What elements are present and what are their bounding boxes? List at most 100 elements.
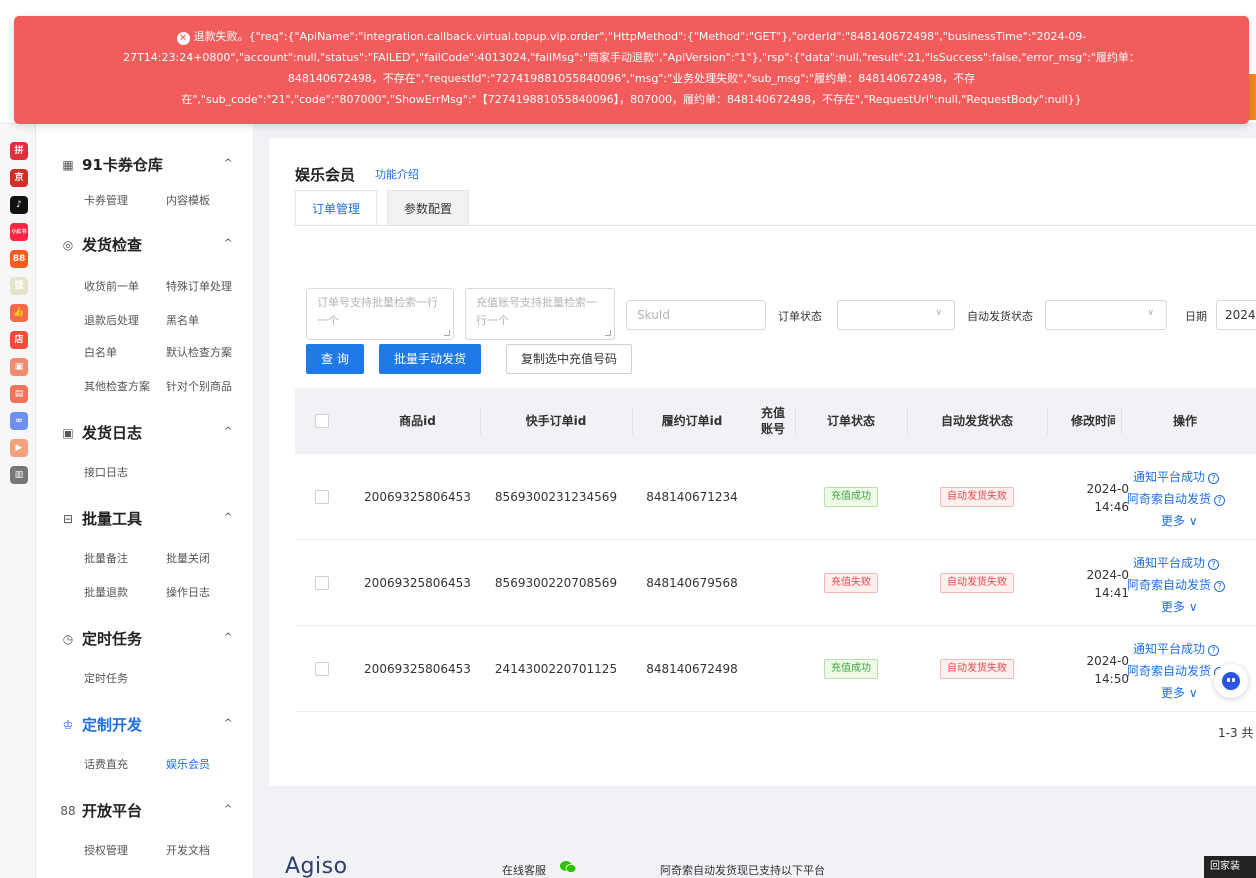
nav-item-operation-log[interactable]: 操作日志 — [166, 584, 210, 600]
app-icon-rail: 拼京 ♪ 小红书 88 饿 👍 店 ▣ ▤ ∞ ▶ ▥ — [0, 124, 36, 878]
agiso-auto-ship-link[interactable]: 阿奇索自动发货? — [1127, 662, 1226, 679]
nav-item-specific-product[interactable]: 针对个别商品 — [166, 378, 232, 394]
batch-manual-ship-button[interactable]: 批量手动发货 — [379, 344, 482, 374]
error-line-3: 848140672498，不存在","requestId":"727419881… — [287, 72, 976, 85]
nav-group-ship-log[interactable]: ▣ 发货日志 — [60, 422, 142, 443]
nav-group-open-platform[interactable]: 88 开放平台 — [60, 800, 142, 821]
chevron-up-icon[interactable]: ^ — [224, 238, 232, 249]
tab-order-manage[interactable]: 订单管理 — [295, 190, 378, 226]
nav-item-batch-close[interactable]: 批量关闭 — [166, 550, 210, 566]
more-dropdown[interactable]: 更多 ∨ — [1161, 598, 1198, 615]
chevron-up-icon[interactable]: ^ — [224, 426, 232, 437]
nav-item-other-plan[interactable]: 其他检查方案 — [84, 378, 150, 394]
nav-item-auth-manage[interactable]: 授权管理 — [84, 842, 128, 858]
nav-item-special-order[interactable]: 特殊订单处理 — [166, 278, 232, 294]
cell-modified-time: 2024-0 14:41 — [1086, 568, 1129, 600]
rail-app-icon[interactable]: 店 — [10, 331, 28, 349]
footer-logo: Agiso — [285, 854, 348, 878]
nav-group-card-warehouse[interactable]: ▦ 91卡券仓库 — [60, 154, 163, 175]
agiso-auto-ship-link[interactable]: 阿奇索自动发货? — [1127, 576, 1226, 593]
row-checkbox[interactable] — [315, 490, 329, 504]
nav-group-scheduled[interactable]: ◷ 定时任务 — [60, 628, 142, 649]
nav-group-batch-tools[interactable]: ⊟ 批量工具 — [60, 508, 142, 529]
skuid-input[interactable]: SkuId — [626, 300, 766, 330]
chevron-up-icon[interactable]: ^ — [224, 804, 232, 815]
rail-app-icon[interactable]: ▶ — [10, 439, 28, 457]
nav-item-scheduled-task[interactable]: 定时任务 — [84, 670, 128, 686]
account-textarea[interactable]: 充值账号支持批量检索一行一个 — [465, 288, 615, 340]
notify-platform-success-link[interactable]: 通知平台成功? — [1133, 640, 1220, 657]
nav-item-api-log[interactable]: 接口日志 — [84, 464, 128, 480]
chevron-up-icon[interactable]: ^ — [224, 158, 232, 169]
auto-ship-status-select[interactable]: ∨ — [1045, 300, 1167, 330]
cell-order-status: 充值失败 — [795, 540, 907, 626]
wechat-icon[interactable] — [560, 861, 576, 873]
rail-app-icon[interactable]: 小红书 — [10, 223, 28, 241]
footer-online-service[interactable]: 在线客服 — [502, 862, 546, 878]
rail-app-icon[interactable]: 88 — [10, 250, 28, 268]
chat-assistant-button[interactable] — [1214, 664, 1248, 698]
feature-intro-link[interactable]: 功能介绍 — [375, 166, 419, 182]
th-modified-time: 修改时间 — [1071, 414, 1115, 428]
notify-platform-success-link[interactable]: 通知平台成功? — [1133, 468, 1220, 485]
tab-divider — [295, 225, 1256, 226]
nav-item-batch-note[interactable]: 批量备注 — [84, 550, 128, 566]
rail-app-icon[interactable]: ♪ — [10, 196, 28, 214]
nav-item-phone-recharge[interactable]: 话费直充 — [84, 756, 128, 772]
chevron-up-icon[interactable]: ^ — [224, 512, 232, 523]
nav-item-entertainment-vip[interactable]: 娱乐会员 — [166, 756, 210, 772]
row-checkbox[interactable] — [315, 662, 329, 676]
copy-selected-numbers-button[interactable]: 复制选中充值号码 — [506, 344, 633, 374]
help-icon[interactable]: ? — [1208, 645, 1220, 656]
footer-qr-code[interactable]: 回家装 — [1204, 856, 1256, 878]
rail-app-icon[interactable]: ▤ — [10, 385, 28, 403]
crown-icon: ♔ — [62, 717, 74, 732]
order-no-textarea[interactable]: 订单号支持批量检索一行一个 — [306, 288, 454, 340]
date-label: 日期 — [1185, 310, 1207, 323]
nav-item-whitelist[interactable]: 白名单 — [84, 344, 117, 360]
rail-app-icon[interactable]: 👍 — [10, 304, 28, 322]
nav-item-default-plan[interactable]: 默认检查方案 — [166, 344, 232, 360]
clock-icon: ◷ — [62, 631, 74, 646]
select-all-checkbox[interactable] — [315, 414, 329, 428]
nav-group-custom-dev[interactable]: ♔ 定制开发 — [60, 714, 142, 735]
help-icon[interactable]: ? — [1214, 495, 1226, 506]
tab-param-config[interactable]: 参数配置 — [387, 190, 470, 226]
nav-item-before-receipt[interactable]: 收货前一单 — [84, 278, 139, 294]
date-input[interactable]: 2024-0 — [1216, 300, 1256, 330]
content-card: 娱乐会员 功能介绍 订单管理 参数配置 订单号支持批量检索一行一个 充值账号支持… — [269, 138, 1256, 786]
more-dropdown[interactable]: 更多 ∨ — [1161, 512, 1198, 529]
rail-app-icon[interactable]: ∞ — [10, 412, 28, 430]
nav-item-card-manage[interactable]: 卡券管理 — [84, 192, 128, 208]
nav-item-after-refund[interactable]: 退款后处理 — [84, 312, 139, 328]
cell-fulfil-id: 848140672498 — [646, 662, 738, 676]
order-status-badge: 充值成功 — [824, 487, 878, 507]
help-icon[interactable]: ? — [1208, 473, 1220, 484]
nav-item-dev-docs[interactable]: 开发文档 — [166, 842, 210, 858]
rail-app-icon[interactable]: 京 — [10, 169, 28, 187]
agiso-auto-ship-link[interactable]: 阿奇索自动发货? — [1127, 490, 1226, 507]
cell-modified-time: 2024-0 14:50 — [1086, 654, 1129, 686]
order-status-badge: 充值失败 — [824, 573, 878, 593]
help-icon[interactable]: ? — [1214, 581, 1226, 592]
error-line-1: ✕ 退款失败。{"req":{"ApiName":"integration.cal… — [36, 26, 1227, 47]
chevron-up-icon[interactable]: ^ — [224, 632, 232, 643]
row-checkbox[interactable] — [315, 576, 329, 590]
more-dropdown[interactable]: 更多 ∨ — [1161, 684, 1198, 701]
rail-app-icon[interactable]: 饿 — [10, 277, 28, 295]
nav-item-blacklist[interactable]: 黑名单 — [166, 312, 199, 328]
query-button[interactable]: 查 询 — [306, 344, 364, 374]
table-row: 20069325806453 8569300231234569 8481406712… — [295, 454, 1256, 540]
help-icon[interactable]: ? — [1208, 559, 1220, 570]
rail-app-icon[interactable]: 拼 — [10, 142, 28, 160]
nav-group-ship-check[interactable]: ◎ 发货检查 — [60, 234, 142, 255]
rail-app-icon[interactable]: ▥ — [10, 466, 28, 484]
rail-app-icon[interactable]: ▣ — [10, 358, 28, 376]
chevron-up-icon[interactable]: ^ — [224, 718, 232, 729]
cell-modified-time: 2024-0 14:46 — [1086, 482, 1129, 514]
order-status-select[interactable]: ∨ — [837, 300, 955, 330]
nav-item-batch-refund[interactable]: 批量退款 — [84, 584, 128, 600]
notify-platform-success-link[interactable]: 通知平台成功? — [1133, 554, 1220, 571]
error-x-icon[interactable]: ✕ — [176, 32, 190, 45]
nav-item-content-template[interactable]: 内容模板 — [166, 192, 210, 208]
